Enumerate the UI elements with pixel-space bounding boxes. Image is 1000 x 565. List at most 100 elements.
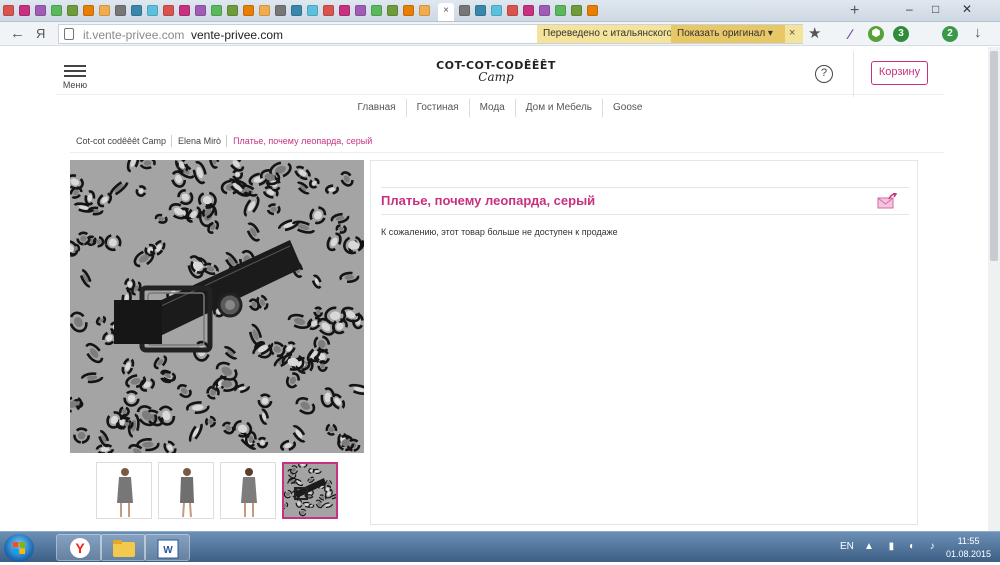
browser-tab[interactable] [507,5,518,16]
window-minimize-icon[interactable]: – [906,2,913,16]
category-nav: Главная Гостиная Мода Дом и Мебель Goose [56,99,944,119]
browser-tab[interactable] [131,5,142,16]
product-title: Платье, почему леопарда, серый [381,193,596,208]
browser-tab[interactable] [99,5,110,16]
browser-tab[interactable] [371,5,382,16]
browser-tab[interactable] [3,5,14,16]
browser-tab[interactable] [275,5,286,16]
thumbnail-strip [96,462,346,520]
nav-link[interactable]: Гостиная [407,99,470,117]
browser-tab[interactable] [491,5,502,16]
browser-tab[interactable] [51,5,62,16]
share-email-icon[interactable] [877,193,897,209]
translate-close-icon[interactable]: × [789,27,795,39]
help-icon[interactable]: ? [815,65,833,83]
browser-tab[interactable] [35,5,46,16]
nav-link[interactable]: Дом и Мебель [516,99,603,117]
browser-tab[interactable] [403,5,414,16]
browser-tab[interactable] [323,5,334,16]
taskbar-explorer[interactable] [100,534,146,561]
browser-tab[interactable] [147,5,158,16]
browser-tab[interactable] [387,5,398,16]
address-bar[interactable]: it.vente-privee.com vente-privee.com Пер… [58,24,803,44]
active-tab-close-icon[interactable]: × [438,2,454,21]
breadcrumb-item[interactable]: Cot-cot codêêêt Camp [70,135,173,147]
browser-tab[interactable] [291,5,302,16]
back-icon[interactable]: ← [10,25,25,42]
menu-button[interactable]: Меню [62,65,88,90]
word-icon: W [157,539,179,559]
page-viewport: Меню COT-COT-CODÊÊÊT Camp ? Корзину Глав… [0,47,1000,531]
unavailable-notice: К сожалению, этот товар больше не доступ… [381,227,618,237]
site-header: Меню COT-COT-CODÊÊÊT Camp ? Корзину [56,47,944,97]
yandex-search-icon[interactable]: Я [36,26,45,41]
browser-tab[interactable] [587,5,598,16]
window-maximize-icon[interactable]: □ [932,2,939,16]
browser-tab[interactable] [243,5,254,16]
browser-tab[interactable] [355,5,366,16]
thumbnail-dress-side[interactable] [158,462,214,519]
browser-tab[interactable] [179,5,190,16]
browser-tab[interactable] [539,5,550,16]
page-scrollbar[interactable] [988,47,1000,531]
browser-tab[interactable] [19,5,30,16]
scrollbar-thumb[interactable] [990,51,998,261]
download-icon[interactable]: ↓ [974,24,982,41]
nav-link[interactable]: Goose [603,99,652,117]
lock-icon [64,28,74,40]
browser-tab[interactable] [307,5,318,16]
browser-tab[interactable] [571,5,582,16]
breadcrumb-item[interactable]: Elena Mirò [172,135,228,147]
clock-time: 11:55 [957,536,980,546]
taskbar-word[interactable]: W [144,534,190,561]
sync-icon[interactable]: 2 [942,26,958,42]
browser-tab[interactable] [195,5,206,16]
tray-icons[interactable]: ▲ ▮ ◐ ♪ [864,541,941,552]
svg-text:W: W [163,545,173,556]
system-clock[interactable]: 11:55 01.08.2015 [946,535,991,561]
leopard-print-image [70,160,364,453]
cart-button[interactable]: Корзину [871,61,928,85]
divider [381,214,909,215]
browser-tab[interactable] [475,5,486,16]
browser-tab[interactable] [83,5,94,16]
browser-tab[interactable] [67,5,78,16]
leopard-print-thumb [284,464,336,517]
browser-tab[interactable] [523,5,534,16]
new-tab-icon[interactable]: + [850,2,859,20]
svg-text:Y: Y [75,540,85,556]
windows-logo-icon [13,542,25,554]
browser-tab[interactable] [339,5,350,16]
thumbnail-dress-front[interactable] [96,462,152,519]
thumbnail-print-detail[interactable] [282,462,338,519]
header-divider [853,51,854,97]
language-indicator[interactable]: EN [840,541,854,552]
thumbnail-dress-back[interactable] [220,462,276,519]
browser-tab[interactable] [211,5,222,16]
taskbar-yandex-browser[interactable]: Y [56,534,102,561]
browser-tab[interactable] [555,5,566,16]
window-close-icon[interactable]: ✕ [962,2,972,16]
nav-link[interactable]: Мода [470,99,516,117]
product-main-image[interactable] [70,160,364,453]
start-button[interactable] [4,534,34,562]
browser-tab[interactable] [259,5,270,16]
page-content: Меню COT-COT-CODÊÊÊT Camp ? Корзину Глав… [56,47,944,531]
bookmark-star-icon[interactable]: ★ [808,24,821,42]
translate-bar: Переведено с итальянского Показать ориги… [537,25,803,43]
hamburger-icon [62,65,88,77]
nav-link[interactable]: Главная [348,99,407,117]
site-logo[interactable]: COT-COT-CODÊÊÊT Camp [436,59,556,84]
show-original-button[interactable]: Показать оригинал ▾ [671,25,785,43]
browser-tab[interactable] [163,5,174,16]
url-host: it.vente-privee.com [83,28,185,42]
shield-icon[interactable]: 3 [893,26,909,42]
browser-tab[interactable] [459,5,470,16]
browser-tab[interactable] [115,5,126,16]
breadcrumb: Cot-cot codêêêt Camp Elena Mirò Платье, по… [70,135,944,153]
model-icon [180,468,194,518]
browser-tab[interactable] [419,5,430,16]
browser-tab[interactable] [227,5,238,16]
lock-extension-icon[interactable]: ⬢ [868,26,884,42]
feather-icon[interactable]: ∕ [842,26,858,42]
